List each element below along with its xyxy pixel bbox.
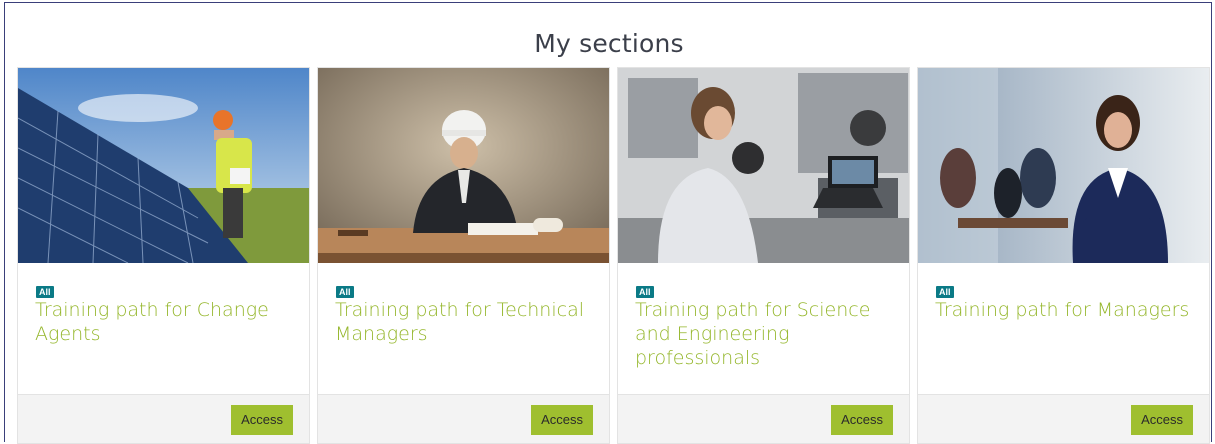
section-card-technical-managers: All Training path for Technical Managers…: [317, 67, 610, 444]
businesswoman-office-photo[interactable]: [918, 68, 1209, 263]
audience-badge: All: [36, 286, 54, 298]
section-card-change-agents: All Training path for Change Agents Acce…: [17, 67, 310, 444]
card-footer: Access: [318, 394, 609, 443]
page-title: My sections: [534, 29, 684, 58]
solar-panel-engineer-photo[interactable]: [18, 68, 309, 263]
section-card-science-engineering: All Training path for Science and Engine…: [617, 67, 910, 444]
card-footer: Access: [18, 394, 309, 443]
access-button[interactable]: Access: [1131, 405, 1193, 435]
access-button[interactable]: Access: [831, 405, 893, 435]
woman-laptop-lab-photo[interactable]: [618, 68, 909, 263]
engineer-at-desk-photo[interactable]: [318, 68, 609, 263]
section-card-managers: All Training path for Managers Access: [917, 67, 1210, 444]
access-button[interactable]: Access: [231, 405, 293, 435]
card-footer: Access: [618, 394, 909, 443]
card-title[interactable]: Training path for Change Agents: [35, 298, 295, 346]
card-title[interactable]: Training path for Managers: [935, 298, 1195, 322]
card-title[interactable]: Training path for Science and Engineerin…: [635, 298, 895, 370]
access-button[interactable]: Access: [531, 405, 593, 435]
sections-panel: My sections All Training path for Change…: [4, 2, 1212, 444]
card-title[interactable]: Training path for Technical Managers: [335, 298, 595, 346]
audience-badge: All: [336, 286, 354, 298]
card-footer: Access: [918, 394, 1209, 443]
audience-badge: All: [936, 286, 954, 298]
audience-badge: All: [636, 286, 654, 298]
